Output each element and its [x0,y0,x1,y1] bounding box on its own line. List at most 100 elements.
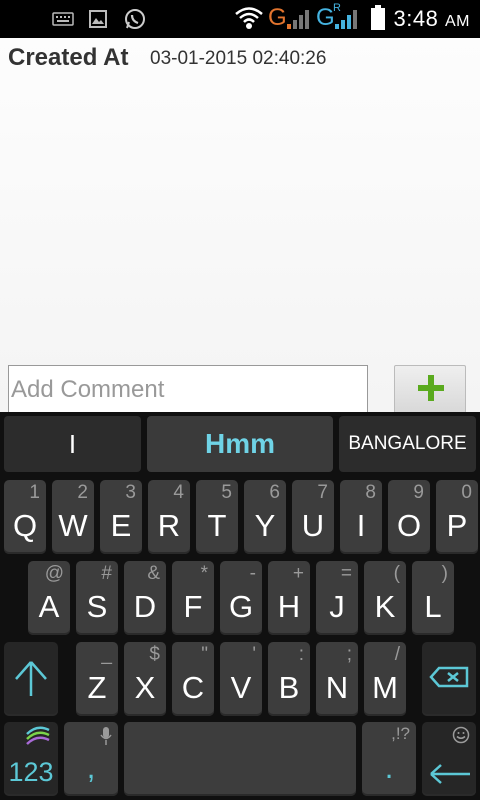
key-label: D [133,589,157,624]
key-l[interactable]: ) L [412,561,454,635]
key-s[interactable]: # S [76,561,118,635]
key-label: Y [254,508,276,543]
created-at-label: Created At [8,44,129,71]
key-o[interactable]: 9O [388,480,430,554]
key-secondary-label: ; [346,644,352,665]
key-label: F [183,589,203,624]
key-x[interactable]: $ X [124,642,166,716]
shift-key[interactable] [4,642,58,716]
key-secondary-label: 4 [173,482,184,503]
key-label: J [329,589,345,624]
clock-ampm: AM [445,13,470,30]
key-label: L [424,589,442,624]
key-m[interactable]: / M [364,642,406,716]
key-label: O [396,508,422,543]
emoji-icon [452,726,470,744]
plus-icon-vertical [428,375,434,401]
key-w[interactable]: 2W [52,480,94,554]
key-secondary-label: 6 [269,482,280,503]
key-secondary-label: 5 [221,482,232,503]
key-v[interactable]: ' V [220,642,262,716]
key-label: U [301,508,325,543]
created-at-value: 03-01-2015 02:40:26 [150,48,327,69]
comment-input[interactable]: Add Comment [8,365,368,413]
key-label: N [325,670,349,705]
key-a[interactable]: @ A [28,561,70,635]
key-y[interactable]: 6Y [244,480,286,554]
key-g[interactable]: -G [220,561,262,635]
key-i[interactable]: 8I [340,480,382,554]
key-j[interactable]: = J [316,561,358,635]
suggestion-middle[interactable]: Hmm [147,416,333,472]
key-u[interactable]: 7U [292,480,334,554]
swiftkey-keyboard: I Hmm BANGALORE 1Q2W3E4R5T6Y7U8I9O0P @ A #… [0,412,480,800]
key-z[interactable]: _ Z [76,642,118,716]
key-e[interactable]: 3E [100,480,142,554]
key-f[interactable]: * F [172,561,214,635]
status-bar: G G R 3:48 AM [0,0,480,38]
numbers-key-label: 123 [8,757,54,787]
key-c[interactable]: " C [172,642,214,716]
add-comment-button[interactable] [394,365,466,413]
key-secondary-label: _ [101,644,112,665]
key-secondary-label: ' [252,644,256,665]
signal-icon [287,10,309,29]
suggestion-right[interactable]: BANGALORE [339,416,476,472]
key-secondary-label: # [101,563,112,584]
key-secondary-label: 1 [29,482,40,503]
key-k[interactable]: (K [364,561,406,635]
key-label: Q [12,508,38,543]
key-label: S [86,589,108,624]
image-icon [89,10,107,28]
key-secondary-label: 9 [413,482,424,503]
suggestion-left[interactable]: I [4,416,141,472]
punctuation-hint: ,!? [391,724,410,743]
numbers-key[interactable]: 123 [4,722,58,796]
key-q[interactable]: 1Q [4,480,46,554]
key-secondary-label: $ [149,644,160,665]
key-label: H [277,589,301,624]
signal-icon-2 [335,10,357,29]
whatsapp-icon [125,9,145,29]
key-d[interactable]: & D [124,561,166,635]
clock-time: 3:48 [393,6,439,31]
key-secondary-label: + [292,563,304,584]
key-r[interactable]: 4R [148,480,190,554]
swiftkey-logo-icon [26,726,50,745]
enter-key[interactable] [422,722,476,796]
comma-key-label: , [86,750,96,785]
comma-key[interactable]: , [64,722,118,796]
key-secondary-label: 0 [461,482,472,503]
key-secondary-label: " [201,644,208,665]
key-label: X [134,670,156,705]
key-secondary-label: 7 [317,482,328,503]
key-p[interactable]: 0P [436,480,478,554]
record-detail: Created At 03-01-2015 02:40:26 Add Comme… [0,38,480,413]
key-secondary-label: ( [393,563,400,584]
backspace-icon [429,666,469,688]
wifi-icon [235,7,263,29]
space-key[interactable] [124,722,356,796]
period-key-label: . [384,750,394,785]
clock: 3:48 AM [394,6,470,32]
key-secondary-label: ) [441,563,448,584]
key-label: V [230,670,252,705]
key-h[interactable]: + H [268,561,310,635]
enter-arrow-icon [430,764,470,784]
key-n[interactable]: ; N [316,642,358,716]
key-secondary-label: & [147,563,160,584]
key-label: B [278,670,300,705]
key-label: T [207,508,227,543]
key-secondary-label: 8 [365,482,376,503]
key-secondary-label: / [394,644,400,665]
key-label: A [38,589,60,624]
key-secondary-label: = [340,563,352,584]
key-label: I [356,508,366,543]
microphone-icon [100,727,112,745]
key-b[interactable]: :B [268,642,310,716]
backspace-key[interactable] [422,642,476,716]
period-key[interactable]: ,!? . [362,722,416,796]
key-secondary-label: 2 [77,482,88,503]
key-t[interactable]: 5T [196,480,238,554]
key-label: R [157,508,181,543]
